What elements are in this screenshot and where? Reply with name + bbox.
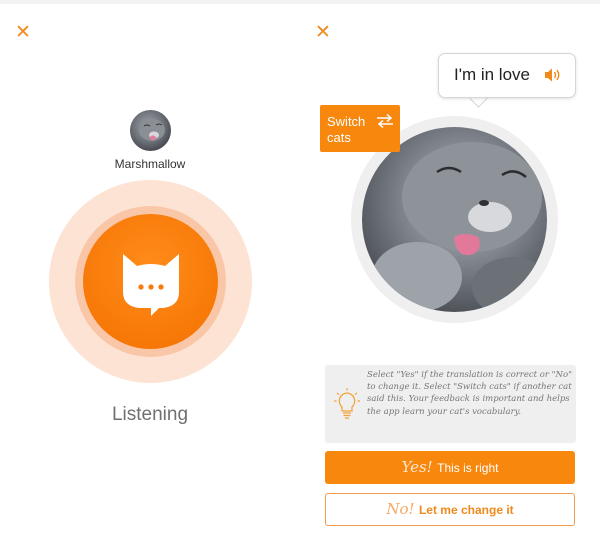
no-label: Let me change it [418, 503, 514, 517]
listen-button[interactable] [83, 214, 218, 349]
switch-cats-button[interactable]: Switch cats [320, 105, 400, 152]
close-icon[interactable]: ✕ [314, 23, 332, 42]
translation-text: I'm in love [454, 65, 530, 84]
close-icon[interactable]: ✕ [14, 23, 32, 42]
speaker-icon[interactable] [544, 67, 562, 83]
no-hand-text: No! [386, 500, 415, 518]
yes-hand-text: Yes! [401, 458, 433, 476]
cat-photo [362, 127, 547, 312]
yes-label: This is right [437, 461, 499, 475]
swap-arrows-icon [377, 114, 393, 128]
cat-face-chat-icon [123, 254, 179, 316]
translation-bubble: I'm in love [438, 53, 576, 98]
cat-avatar[interactable] [130, 110, 171, 151]
listening-status: Listening [111, 404, 189, 425]
tip-text: Select "Yes" if the translation is corre… [367, 370, 573, 417]
cat-name-label: Marshmallow [114, 157, 186, 171]
feedback-tip: Select "Yes" if the translation is corre… [325, 365, 576, 443]
yes-button[interactable]: Yes! This is right [325, 451, 575, 484]
switch-cats-label: Switch cats [327, 114, 366, 145]
lightbulb-icon [334, 388, 360, 419]
listening-screen: ✕ Marshmallow Listening [0, 4, 300, 550]
translation-screen: ✕ Switch cats I'm in love Select "Yes" i… [300, 4, 600, 550]
no-button[interactable]: No! Let me change it [325, 493, 575, 526]
